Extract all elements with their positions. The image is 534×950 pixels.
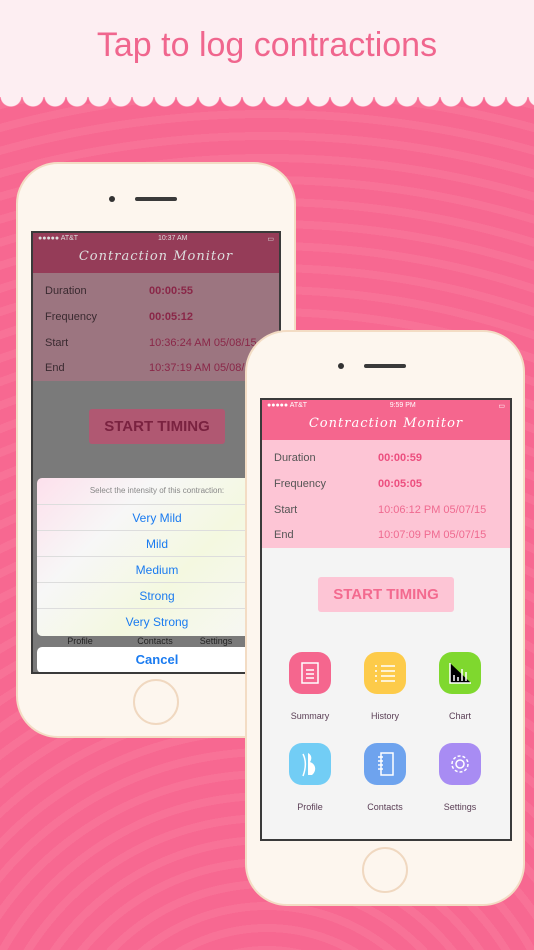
notebook-icon bbox=[364, 743, 406, 785]
home-button[interactable] bbox=[362, 847, 408, 893]
intensity-action-sheet: Select the intensity of this contraction… bbox=[37, 478, 277, 636]
menu-label-settings-behind: Settings bbox=[199, 636, 233, 646]
option-very-strong[interactable]: Very Strong bbox=[37, 608, 277, 634]
carrier: ●●●●● AT&T bbox=[267, 402, 308, 409]
option-very-mild[interactable]: Very Mild bbox=[37, 504, 277, 530]
speaker bbox=[364, 364, 406, 368]
menu-chart[interactable]: Chart bbox=[425, 652, 495, 721]
timing-info: Duration 00:00:59 Frequency 00:05:05 Start… bbox=[262, 440, 510, 548]
battery-icon: ▭ bbox=[498, 403, 505, 410]
screen-right: ●●●●● AT&T 9:59 PM ▭ Contraction Monitor D… bbox=[260, 398, 512, 841]
start-timing-button[interactable]: START TIMING bbox=[89, 409, 225, 444]
option-strong[interactable]: Strong bbox=[37, 582, 277, 608]
menu-contacts[interactable]: Contacts bbox=[350, 743, 420, 812]
pregnant-silhouette-icon bbox=[289, 743, 331, 785]
menu-history[interactable]: History bbox=[350, 652, 420, 721]
row-frequency: Frequency 00:05:12 bbox=[45, 311, 194, 323]
speaker bbox=[135, 197, 177, 201]
list-icon bbox=[364, 652, 406, 694]
menu-profile[interactable]: Profile bbox=[275, 743, 345, 812]
menu-settings[interactable]: Settings bbox=[425, 743, 495, 812]
home-button[interactable] bbox=[133, 679, 179, 725]
nav-bar: ●●●●● AT&T 9:59 PM ▭ Contraction Monitor bbox=[262, 400, 510, 442]
camera bbox=[109, 196, 115, 202]
menu-label-profile-behind: Profile bbox=[67, 636, 93, 646]
bar-chart-icon bbox=[439, 652, 481, 694]
phone-right: ●●●●● AT&T 9:59 PM ▭ Contraction Monitor D… bbox=[245, 330, 525, 906]
start-timing-button[interactable]: START TIMING bbox=[318, 577, 454, 612]
row-duration: Duration 00:00:55 bbox=[45, 285, 194, 297]
menu-summary[interactable]: Summary bbox=[275, 652, 345, 721]
option-mild[interactable]: Mild bbox=[37, 530, 277, 556]
lace-border bbox=[0, 96, 534, 112]
camera bbox=[338, 363, 344, 369]
sheet-prompt: Select the intensity of this contraction… bbox=[89, 486, 225, 495]
status-bar: ●●●●● AT&T 9:59 PM ▭ bbox=[262, 400, 510, 412]
carrier: ●●●●● AT&T bbox=[38, 235, 79, 242]
nav-title: Contraction Monitor bbox=[78, 249, 234, 264]
row-duration: Duration 00:00:59 bbox=[274, 452, 423, 464]
clock: 9:59 PM bbox=[389, 402, 416, 409]
nav-title: Contraction Monitor bbox=[308, 416, 464, 431]
row-end: End 10:07:09 PM 05/07/15 bbox=[274, 529, 487, 541]
timing-info: Duration 00:00:55 Frequency 00:05:12 Start… bbox=[33, 273, 279, 381]
status-bar: ●●●●● AT&T 10:37 AM ▭ bbox=[33, 233, 279, 245]
option-medium[interactable]: Medium bbox=[37, 556, 277, 582]
battery-icon: ▭ bbox=[267, 236, 274, 243]
screen-left: ●●●●● AT&T 10:37 AM ▭ Contraction Monitor … bbox=[31, 231, 281, 674]
row-start: Start 10:06:12 PM 05/07/15 bbox=[274, 504, 487, 516]
row-start: Start 10:36:24 AM 05/08/15 bbox=[45, 337, 257, 349]
row-end: End 10:37:19 AM 05/08/15 bbox=[45, 362, 257, 374]
gear-icon bbox=[439, 743, 481, 785]
document-icon bbox=[289, 652, 331, 694]
headline: Tap to log contractions bbox=[96, 26, 438, 64]
menu-label-contacts-behind: Contacts bbox=[137, 636, 173, 646]
nav-bar: ●●●●● AT&T 10:37 AM ▭ Contraction Monitor bbox=[33, 233, 279, 275]
row-frequency: Frequency 00:05:05 bbox=[274, 478, 423, 490]
clock: 10:37 AM bbox=[157, 235, 188, 242]
cancel-button[interactable]: Cancel bbox=[37, 647, 277, 672]
